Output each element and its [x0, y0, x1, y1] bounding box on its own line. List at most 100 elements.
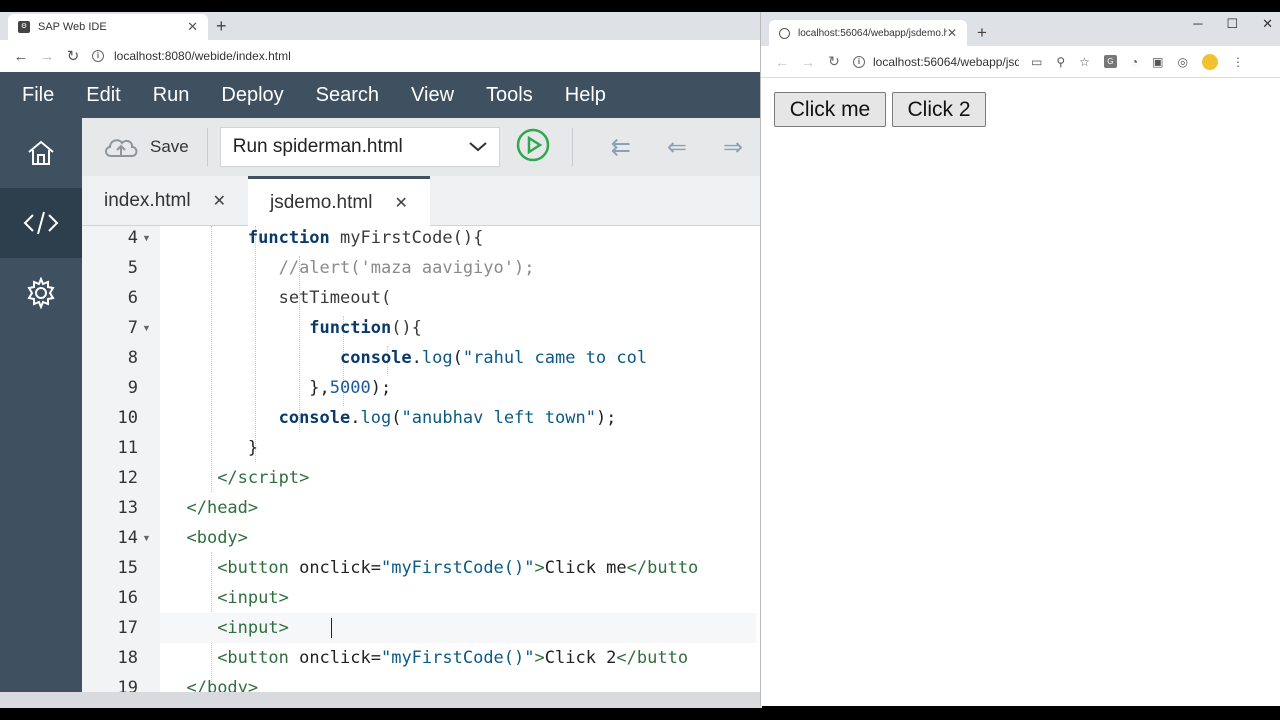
reload-icon[interactable]: ↻ — [821, 53, 847, 70]
forward-icon[interactable]: → — [795, 54, 821, 70]
cast-icon[interactable]: ▭ — [1031, 55, 1042, 69]
close-window-icon[interactable]: ✕ — [1262, 16, 1273, 32]
gear-icon — [27, 277, 55, 309]
screen: ⚙ SAP Web IDE ✕ + ← → ↻ i localhost:8080… — [0, 0, 1280, 720]
toolbar-divider-2 — [571, 128, 573, 166]
sidebar-preferences[interactable] — [0, 258, 82, 328]
go-to-first-icon[interactable]: ⇇ — [611, 133, 631, 162]
browser-tab-sap-web-ide[interactable]: ⚙ SAP Web IDE ✕ — [8, 14, 208, 40]
back-icon[interactable]: ← — [769, 54, 795, 70]
editor-tabs: index.html ✕ jsdemo.html ✕ — [82, 176, 762, 226]
forward-icon[interactable]: → — [34, 48, 60, 65]
toolbar-divider — [206, 128, 208, 166]
line-number: 14 — [117, 528, 138, 548]
menu-edit[interactable]: Edit — [86, 84, 120, 107]
code-line: function myFirstCode(){ — [247, 228, 484, 248]
line-number: 13 — [117, 498, 138, 518]
editor-tab-index[interactable]: index.html ✕ — [82, 176, 248, 226]
new-tab-button[interactable]: + — [216, 16, 227, 36]
code-line: console.log("rahul came to col — [340, 348, 648, 368]
home-icon — [28, 140, 54, 165]
menu-deploy[interactable]: Deploy — [221, 84, 283, 107]
right-tab-strip: localhost:56064/webapp/jsdemo.html ✕ + ─… — [761, 12, 1280, 46]
star-icon[interactable]: ☆ — [1079, 55, 1090, 69]
code-line: console.log("anubhav left town"); — [278, 408, 617, 428]
sidebar-development[interactable] — [0, 188, 82, 258]
run-button[interactable] — [516, 128, 550, 167]
horizontal-scrollbar[interactable] — [0, 692, 762, 708]
line-number: 9 — [127, 378, 138, 398]
info-icon[interactable]: i — [92, 50, 104, 62]
more-menu-icon[interactable]: ⋮ — [1232, 55, 1244, 69]
extension-icon[interactable]: ▣ — [1152, 55, 1163, 69]
maximize-icon[interactable]: ☐ — [1226, 16, 1238, 32]
url-field[interactable]: i localhost:8080/webide/index.html — [92, 49, 291, 63]
extension-icon[interactable]: ◔ — [1131, 55, 1138, 69]
menu-help[interactable]: Help — [565, 84, 606, 107]
editor-tab-label: index.html — [104, 190, 191, 211]
extension-icon[interactable]: G — [1103, 55, 1117, 68]
menu-file[interactable]: File — [22, 84, 54, 107]
browser-tab-preview[interactable]: localhost:56064/webapp/jsdemo.html ✕ — [769, 20, 967, 46]
line-number: 18 — [117, 648, 138, 668]
fold-arrow-icon[interactable]: ▼ — [142, 226, 151, 253]
url-field[interactable]: localhost:56064/webapp/jsdemo.html — [873, 55, 1019, 69]
chevron-down-icon — [469, 142, 487, 152]
line-number: 17 — [117, 618, 138, 638]
line-number: 6 — [127, 288, 138, 308]
sidebar-home[interactable] — [0, 118, 82, 188]
url-text: localhost:8080/webide/index.html — [114, 49, 291, 63]
left-tab-strip: ⚙ SAP Web IDE ✕ + — [0, 12, 762, 40]
browser-tab-title: SAP Web IDE — [38, 21, 107, 33]
code-line: </script> — [217, 468, 310, 488]
go-forward-icon[interactable]: ⇒ — [723, 133, 743, 162]
extension-icon[interactable]: ◎ — [1178, 55, 1188, 69]
line-number: 16 — [117, 588, 138, 608]
code-line: <button onclick="myFirstCode()">Click me… — [217, 558, 699, 578]
zoom-icon[interactable]: ⚲ — [1056, 55, 1065, 69]
code-line-current: <input> — [160, 613, 756, 643]
ide-toolbar: Save Run spiderman.html ⇇ ⇐ ⇒ — [82, 118, 762, 176]
menu-search[interactable]: Search — [316, 84, 379, 107]
fold-arrow-icon[interactable]: ▼ — [142, 313, 151, 343]
save-label: Save — [150, 137, 189, 156]
code-line: <body> — [186, 528, 248, 548]
close-icon[interactable]: ✕ — [394, 193, 407, 213]
go-back-icon[interactable]: ⇐ — [667, 133, 687, 162]
info-icon[interactable]: i — [853, 55, 865, 68]
ide-sidebar — [0, 118, 82, 708]
code-line: function(){ — [309, 318, 422, 338]
code-line: } — [166, 438, 259, 458]
line-number: 7 — [127, 318, 138, 338]
sap-favicon-icon: ⚙ — [18, 21, 30, 33]
reload-icon[interactable]: ↻ — [60, 47, 86, 65]
browser-tab-title: localhost:56064/webapp/jsdemo.html — [798, 27, 947, 39]
close-icon[interactable]: ✕ — [213, 191, 226, 211]
click-2-button[interactable]: Click 2 — [892, 92, 986, 127]
left-address-bar: ← → ↻ i localhost:8080/webide/index.html — [0, 40, 762, 72]
line-number: 8 — [127, 348, 138, 368]
play-icon — [516, 128, 549, 161]
navigation-arrows: ⇇ ⇐ ⇒ — [611, 133, 743, 162]
line-gutter: 4 ▼ 5 6 7 ▼ 8 9 10 11 12 13 14 ▼ 15 16 1… — [82, 226, 160, 708]
code-editor[interactable]: 4 ▼ 5 6 7 ▼ 8 9 10 11 12 13 14 ▼ 15 16 1… — [82, 226, 762, 708]
line-number: 4 — [127, 228, 138, 248]
avatar[interactable] — [1201, 53, 1218, 70]
menu-run[interactable]: Run — [153, 84, 190, 107]
new-tab-button[interactable]: + — [977, 23, 987, 43]
right-address-bar: ← → ↻ i localhost:56064/webapp/jsdemo.ht… — [761, 46, 1280, 78]
preview-browser-window: localhost:56064/webapp/jsdemo.html ✕ + ─… — [760, 12, 1280, 706]
run-configuration-value: Run spiderman.html — [232, 136, 403, 157]
close-tab-icon[interactable]: ✕ — [187, 19, 198, 35]
click-me-button[interactable]: Click me — [774, 92, 886, 127]
save-button[interactable]: Save — [102, 134, 189, 160]
back-icon[interactable]: ← — [8, 48, 34, 65]
code-line: <input> — [217, 588, 289, 608]
close-tab-icon[interactable]: ✕ — [947, 26, 957, 40]
fold-arrow-icon[interactable]: ▼ — [142, 523, 151, 553]
run-configuration-select[interactable]: Run spiderman.html — [219, 127, 500, 167]
menu-view[interactable]: View — [411, 84, 454, 107]
minimize-icon[interactable]: ─ — [1193, 16, 1202, 32]
menu-tools[interactable]: Tools — [486, 84, 533, 107]
editor-tab-jsdemo[interactable]: jsdemo.html ✕ — [248, 176, 430, 226]
